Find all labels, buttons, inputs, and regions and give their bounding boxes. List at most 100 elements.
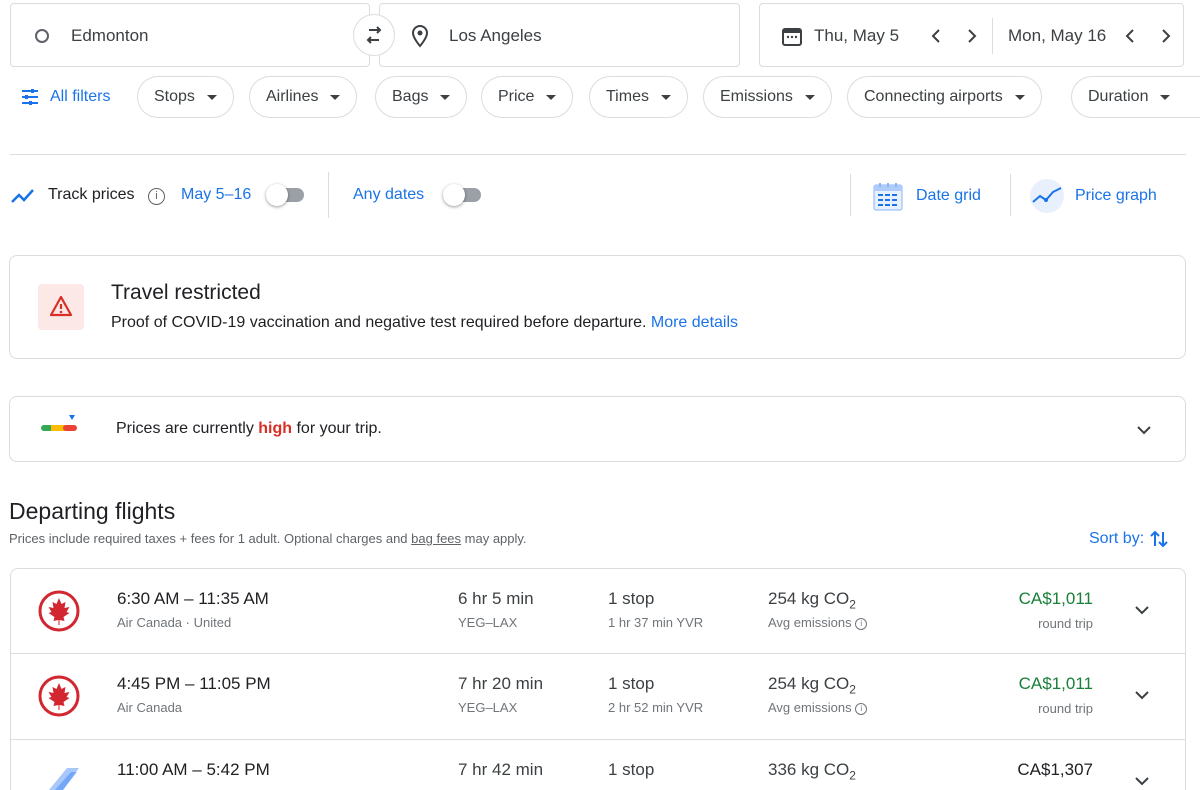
date-field[interactable]: Thu, May 5 Mon, May 16	[759, 3, 1184, 67]
insight-prefix: Prices are currently	[116, 420, 259, 437]
calendar-icon	[782, 28, 802, 46]
flight-layover: 1 hr 37 min YVR	[608, 615, 704, 630]
air-canada-logo	[38, 675, 80, 717]
chevron-down-icon[interactable]	[1133, 419, 1155, 441]
departing-heading: Departing flights	[9, 498, 176, 524]
bag-fees-link[interactable]: bag fees	[411, 531, 461, 546]
date-grid-button[interactable]: Date grid	[872, 178, 981, 214]
price-graph-label: Price graph	[1075, 187, 1157, 204]
flight-row[interactable]: 11:00 AM – 5:42 PM 7 hr 42 min 1 stop 33…	[10, 740, 1186, 790]
sort-button[interactable]: Sort by:	[1089, 528, 1170, 550]
filter-chip-times[interactable]: Times	[589, 76, 688, 118]
filter-sliders-icon	[22, 89, 38, 105]
return-prev-icon[interactable]	[1122, 27, 1140, 45]
flight-co2: 336 kg CO2	[768, 760, 856, 782]
chip-label: Connecting airports	[864, 88, 1003, 105]
depart-next-icon[interactable]	[962, 27, 980, 45]
filter-chip-emissions[interactable]: Emissions	[703, 76, 832, 118]
price-type: round trip	[1038, 616, 1093, 631]
filter-chip-price[interactable]: Price	[481, 76, 574, 118]
co2-value: 254 kg CO	[768, 589, 850, 608]
insight-suffix: for your trip.	[292, 420, 382, 437]
any-dates-toggle[interactable]	[443, 184, 483, 206]
sort-arrows-icon	[1150, 530, 1168, 548]
filter-chip-stops[interactable]: Stops	[137, 76, 234, 118]
air-canada-logo	[38, 590, 80, 632]
track-prices-label: Track prices	[48, 186, 135, 203]
price-level-high: high	[258, 420, 293, 437]
note-suffix: may apply.	[461, 531, 527, 546]
origin-field[interactable]: Edmonton	[10, 3, 370, 67]
vertical-divider	[328, 172, 329, 218]
trend-line-icon	[11, 189, 34, 203]
price-graph-icon	[1030, 179, 1064, 213]
flight-time: 6:30 AM – 11:35 AM	[117, 589, 269, 608]
price-graph-button[interactable]: Price graph	[1029, 178, 1157, 214]
location-pin-icon	[411, 24, 429, 48]
chevron-down-icon	[206, 94, 217, 100]
filter-chip-airlines[interactable]: Airlines	[249, 76, 358, 118]
section-divider	[10, 154, 1186, 155]
track-date-range: May 5–16	[181, 186, 252, 203]
chip-label: Bags	[392, 88, 429, 105]
flight-route: YEG–LAX	[458, 615, 518, 630]
flight-duration: 7 hr 42 min	[458, 760, 544, 779]
return-date[interactable]: Mon, May 16	[1008, 26, 1106, 46]
co2-subscript: 2	[849, 597, 856, 612]
all-filters-button[interactable]: All filters	[20, 84, 110, 110]
chevron-down-icon[interactable]	[1131, 599, 1153, 621]
chevron-down-icon	[440, 94, 451, 100]
depart-date[interactable]: Thu, May 5	[814, 26, 899, 46]
flight-route: YEG–LAX	[458, 700, 518, 715]
track-prices-toggle[interactable]	[266, 184, 306, 206]
filter-chip-bags[interactable]: Bags	[375, 76, 468, 118]
chevron-down-icon[interactable]	[1131, 770, 1153, 790]
flight-emissions: Avg emissions i	[768, 700, 868, 715]
origin-circle-icon	[35, 29, 49, 43]
co2-value: 254 kg CO	[768, 674, 850, 693]
co2-subscript: 2	[849, 768, 856, 783]
note-prefix: Prices include required taxes + fees for…	[9, 531, 412, 546]
flight-stops: 1 stop	[608, 674, 655, 693]
chip-label: Duration	[1088, 88, 1149, 105]
filter-chip-connecting-airports[interactable]: Connecting airports	[847, 76, 1042, 118]
return-next-icon[interactable]	[1156, 27, 1174, 45]
flight-duration: 6 hr 5 min	[458, 589, 534, 608]
price-insight-card[interactable]: Prices are currently high for your trip.	[9, 396, 1186, 462]
chip-label: Price	[498, 88, 535, 105]
info-icon[interactable]: i	[855, 702, 868, 715]
filter-chip-duration[interactable]: Duration	[1071, 76, 1200, 118]
vertical-divider	[850, 174, 851, 216]
emissions-label: Avg emissions	[768, 700, 852, 715]
restriction-body: Proof of COVID-19 vaccination and negati…	[111, 314, 738, 332]
sort-label: Sort by:	[1089, 530, 1145, 547]
flight-row[interactable]: 4:45 PM – 11:05 PM Air Canada 7 hr 20 mi…	[10, 654, 1186, 740]
flight-duration: 7 hr 20 min	[458, 674, 544, 693]
flight-layover: 2 hr 52 min YVR	[608, 700, 704, 715]
chevron-down-icon	[330, 94, 341, 100]
more-details-link[interactable]: More details	[651, 314, 738, 331]
flight-time: 4:45 PM – 11:05 PM	[117, 674, 271, 693]
depart-prev-icon[interactable]	[928, 27, 946, 45]
travel-restriction-card: Travel restricted Proof of COVID-19 vacc…	[9, 255, 1186, 359]
date-divider	[992, 18, 993, 54]
chevron-down-icon	[1160, 94, 1171, 100]
chip-label: Emissions	[720, 88, 793, 105]
warning-icon	[38, 284, 84, 330]
info-icon[interactable]: i	[148, 188, 165, 205]
chip-label: Times	[606, 88, 649, 105]
chip-label: Stops	[154, 88, 195, 105]
swap-button[interactable]	[353, 14, 395, 56]
restriction-title: Travel restricted	[111, 281, 261, 304]
chevron-down-icon[interactable]	[1131, 684, 1153, 706]
all-filters-label: All filters	[50, 88, 111, 105]
flight-stops: 1 stop	[608, 589, 655, 608]
flight-co2: 254 kg CO2	[768, 589, 856, 611]
flight-row[interactable]: 6:30 AM – 11:35 AM Air Canada · United 6…	[10, 568, 1186, 654]
flight-price: CA$1,011	[1018, 674, 1093, 693]
flight-airline: Air Canada · United	[117, 615, 232, 630]
info-icon[interactable]: i	[855, 617, 868, 630]
destination-field[interactable]: Los Angeles	[379, 3, 740, 67]
chevron-down-icon	[660, 94, 671, 100]
chip-label: Airlines	[266, 88, 319, 105]
